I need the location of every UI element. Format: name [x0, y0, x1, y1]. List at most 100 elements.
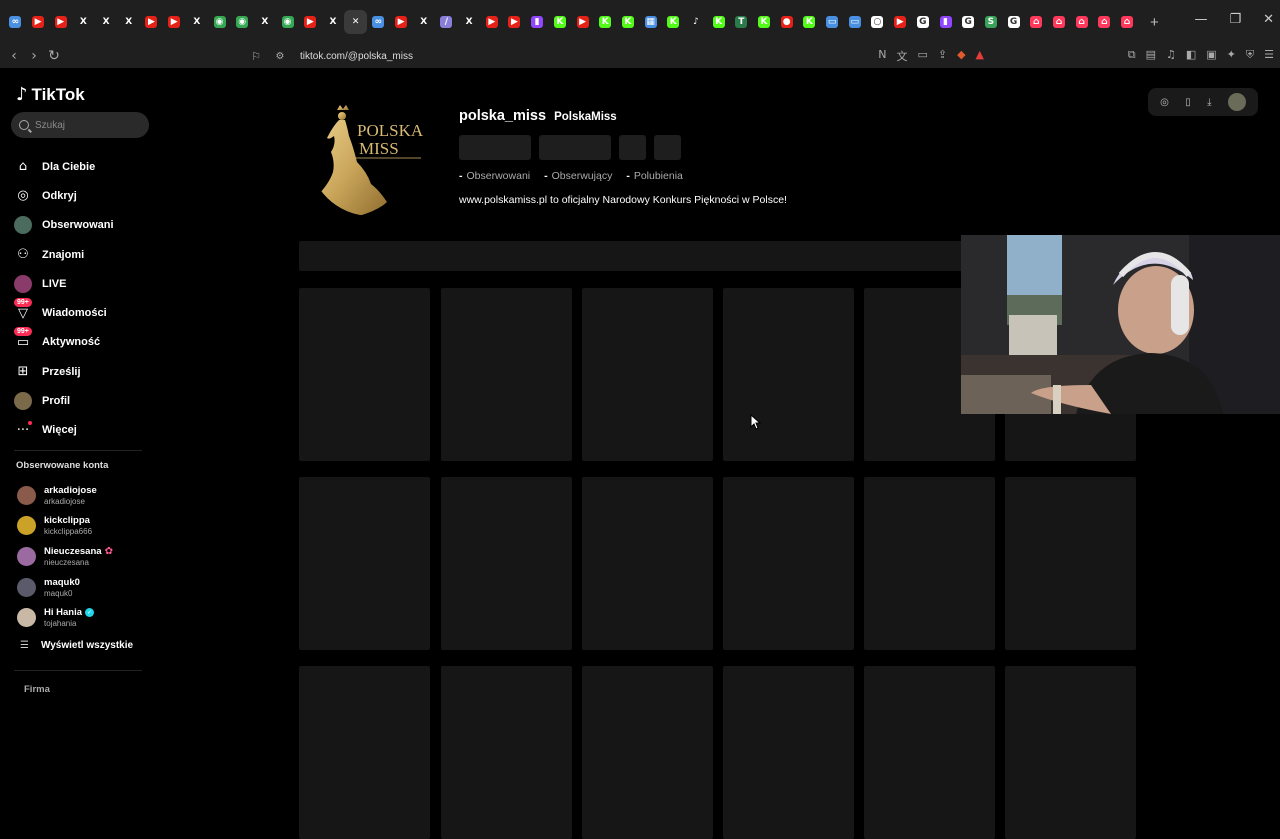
- sidebar-item-znajomi[interactable]: ⚇ Znajomi: [14, 240, 114, 269]
- sidebar-item-profil[interactable]: Profil: [14, 386, 114, 415]
- browser-tab[interactable]: ⌂: [1048, 10, 1071, 34]
- new-tab-button[interactable]: +: [1144, 14, 1164, 31]
- share-icon[interactable]: ⇪: [938, 48, 947, 64]
- browser-tab[interactable]: ▭: [843, 10, 866, 34]
- sidebar-item-aktywność[interactable]: ▭ 99+ Aktywność: [14, 327, 114, 357]
- browser-tab[interactable]: K: [549, 10, 572, 34]
- video-thumbnail-placeholder[interactable]: [440, 477, 572, 650]
- browser-tab[interactable]: X: [186, 10, 209, 34]
- browser-tab[interactable]: ◉: [208, 10, 231, 34]
- coins-icon[interactable]: ◎: [1160, 97, 1169, 108]
- search-box[interactable]: [11, 112, 149, 138]
- browser-tab[interactable]: ◉: [231, 10, 254, 34]
- device-icon[interactable]: ▯: [1185, 97, 1191, 108]
- video-thumbnail-placeholder[interactable]: [299, 477, 430, 650]
- browser-tab[interactable]: ▶: [49, 10, 72, 34]
- extensions-icon[interactable]: ⧉: [1128, 48, 1136, 62]
- browser-tab[interactable]: K: [662, 10, 685, 34]
- browser-tab[interactable]: ▮: [526, 10, 549, 34]
- browser-tab[interactable]: K: [707, 10, 730, 34]
- follow-button-placeholder[interactable]: [459, 135, 531, 160]
- profile-avatar[interactable]: POLSKA MISS: [309, 92, 433, 216]
- followed-account[interactable]: kickclippa kickclippa666: [17, 511, 113, 542]
- browser-tab[interactable]: ▶: [390, 10, 413, 34]
- browser-tab[interactable]: K: [617, 10, 640, 34]
- video-thumbnail-placeholder[interactable]: [722, 666, 854, 839]
- message-button-placeholder[interactable]: [539, 135, 611, 160]
- forward-icon[interactable]: ›: [24, 48, 44, 64]
- site-settings-icon[interactable]: ⚙: [270, 51, 290, 62]
- screen-icon[interactable]: ▭: [917, 48, 927, 64]
- reader-icon[interactable]: N: [878, 48, 886, 64]
- followed-account[interactable]: arkadiojose arkadiojose: [17, 480, 113, 511]
- browser-tab[interactable]: G: [1002, 10, 1025, 34]
- address-bar[interactable]: ⚙ tiktok.com/@polska_miss N 文 ▭ ⇪ ◆ ▲: [240, 44, 992, 68]
- search-input[interactable]: [35, 119, 135, 131]
- music-icon[interactable]: ♫: [1166, 48, 1176, 62]
- browser-tab[interactable]: ▶: [571, 10, 594, 34]
- user-avatar[interactable]: [1227, 93, 1246, 111]
- browser-tab[interactable]: X: [95, 10, 118, 34]
- alert-icon[interactable]: ▲: [976, 48, 984, 64]
- browser-tab[interactable]: ∕: [435, 10, 458, 34]
- video-thumbnail-placeholder[interactable]: [299, 666, 430, 839]
- video-thumbnail-placeholder[interactable]: [440, 288, 572, 461]
- menu-icon[interactable]: ☰: [1264, 48, 1274, 62]
- sidebar-item-live[interactable]: LIVE: [14, 269, 114, 298]
- stat-obserwujący[interactable]: - Obserwujący: [544, 170, 612, 182]
- followed-account[interactable]: maquk0 maquk0: [17, 572, 113, 603]
- wallet-icon[interactable]: ▤: [1146, 48, 1156, 62]
- browser-tab[interactable]: ▭: [821, 10, 844, 34]
- browser-tab[interactable]: ▶: [889, 10, 912, 34]
- video-thumbnail-placeholder[interactable]: [863, 666, 995, 839]
- stat-obserwowani[interactable]: - Obserwowani: [459, 170, 530, 182]
- translate-icon[interactable]: 文: [896, 48, 907, 64]
- back-icon[interactable]: ‹: [4, 48, 24, 64]
- browser-tab[interactable]: ▦: [639, 10, 662, 34]
- sidebar-item-wiadomości[interactable]: ▽ 99+ Wiadomości: [14, 298, 114, 327]
- download-icon[interactable]: ⤓: [1207, 97, 1211, 108]
- vpn-icon[interactable]: ⛨: [1246, 48, 1254, 62]
- sidebar-item-dla-ciebie[interactable]: ⌂ Dla Ciebie: [14, 152, 114, 181]
- browser-tab[interactable]: S: [980, 10, 1003, 34]
- browser-tab[interactable]: X: [254, 10, 277, 34]
- video-thumbnail-placeholder[interactable]: [581, 477, 713, 650]
- video-thumbnail-placeholder[interactable]: [581, 288, 713, 461]
- video-thumbnail-placeholder[interactable]: [722, 288, 854, 461]
- browser-tab[interactable]: K: [753, 10, 776, 34]
- browser-tab[interactable]: ✕: [344, 10, 367, 34]
- close-icon[interactable]: ✕: [1263, 12, 1274, 27]
- browser-tab[interactable]: ♪: [685, 10, 708, 34]
- add-friend-button-placeholder[interactable]: [619, 135, 646, 160]
- sidebar-item-obserwowani[interactable]: Obserwowani: [14, 211, 114, 240]
- sidebar-item-odkryj[interactable]: ◎ Odkryj: [14, 181, 114, 210]
- browser-tab[interactable]: ◉: [276, 10, 299, 34]
- tiktok-logo[interactable]: ♪ TikTok: [16, 84, 85, 105]
- browser-tab[interactable]: X: [72, 10, 95, 34]
- browser-tab[interactable]: ∞: [367, 10, 390, 34]
- browser-tab[interactable]: K: [594, 10, 617, 34]
- browser-tab[interactable]: G: [912, 10, 935, 34]
- show-all-button[interactable]: ☰ Wyświetl wszystkie: [20, 640, 133, 651]
- browser-tab[interactable]: ▶: [503, 10, 526, 34]
- browser-tab[interactable]: ▮: [934, 10, 957, 34]
- video-thumbnail-placeholder[interactable]: [440, 666, 572, 839]
- video-thumbnail-placeholder[interactable]: [1004, 666, 1136, 839]
- browser-tab[interactable]: ○: [866, 10, 889, 34]
- sidebar-item-więcej[interactable]: ··· Więcej: [14, 416, 114, 445]
- video-thumbnail-placeholder[interactable]: [299, 288, 430, 461]
- browser-tab[interactable]: ▶: [299, 10, 322, 34]
- shield-icon[interactable]: ◆: [957, 48, 965, 64]
- pay-icon[interactable]: ▣: [1206, 48, 1216, 62]
- restore-icon[interactable]: ❐: [1229, 12, 1241, 27]
- browser-tab[interactable]: X: [412, 10, 435, 34]
- browser-tab[interactable]: X: [322, 10, 345, 34]
- video-thumbnail-placeholder[interactable]: [1004, 477, 1136, 650]
- share-button-placeholder[interactable]: [654, 135, 681, 160]
- sidebar-item-prześlij[interactable]: ⊞ Prześlij: [14, 357, 114, 386]
- browser-tab[interactable]: ▶: [27, 10, 50, 34]
- video-thumbnail-placeholder[interactable]: [722, 477, 854, 650]
- sidebar-toggle-icon[interactable]: ◧: [1186, 48, 1196, 62]
- minimize-icon[interactable]: —: [1194, 12, 1207, 27]
- browser-tab[interactable]: ∞: [4, 10, 27, 34]
